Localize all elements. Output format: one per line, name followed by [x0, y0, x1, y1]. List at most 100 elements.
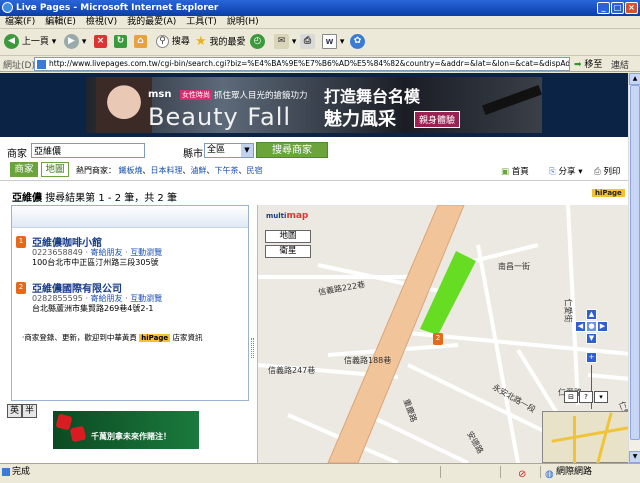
map-help-button[interactable]: ?	[579, 391, 593, 403]
divider	[0, 180, 640, 181]
pan-left-icon[interactable]: ◀	[575, 321, 586, 332]
mail-icon: ✉	[274, 34, 289, 49]
promo-line: ‧商家登錄、更新，歡迎到中華黃頁 hiPage 店家資訊	[22, 332, 202, 343]
hot-link-afternoon-tea[interactable]: 下午茶	[215, 166, 239, 175]
page-content: msn 女性時尚 抓住眾人目光的搶鏡功力 Beauty Fall 打造舞台名模 …	[0, 73, 640, 463]
mail-button[interactable]: ✉ ▾	[274, 33, 296, 51]
map-street-label: 仁愛街	[563, 298, 573, 323]
map-pin-icon[interactable]: 2	[16, 282, 26, 294]
listing-address: 100台北市中正區汀州路三段305號	[32, 258, 159, 267]
menu-file[interactable]: 檔案(F)	[0, 16, 40, 29]
listing-phone: 0282855595	[32, 294, 83, 303]
pan-up-icon[interactable]: ▲	[586, 309, 597, 320]
print-icon: ⎙	[594, 167, 601, 177]
banner-cta[interactable]: 親身體驗	[414, 111, 461, 128]
maximize-button[interactable]: □	[611, 2, 624, 14]
blocked-icon[interactable]: ⊘	[518, 467, 526, 483]
refresh-button[interactable]: ↻	[114, 33, 127, 51]
toolbar: ◀ 上一頁 ▾ ▶ ▾ × ↻ ⌂ ⚲ 搜尋 ★ 我的最愛 ◴ ✉ ▾ ⎙ W …	[0, 29, 640, 56]
send-friend-link[interactable]: 寄給朋友	[91, 294, 123, 303]
search-button[interactable]: ⚲ 搜尋	[156, 33, 190, 51]
map-pin-icon[interactable]: 1	[16, 236, 26, 248]
banner-main: Beauty Fall	[148, 103, 292, 131]
scroll-up-icon[interactable]: ▲	[629, 73, 640, 85]
print-link[interactable]: ⎙ 列印	[594, 165, 621, 177]
favorites-button[interactable]: ★ 我的最愛	[195, 33, 246, 51]
vertical-scrollbar[interactable]: ▲ ▼	[628, 73, 640, 463]
minimize-button[interactable]: _	[597, 2, 610, 14]
menu-edit[interactable]: 編輯(E)	[40, 16, 81, 29]
ime-toggle[interactable]: 英半	[7, 404, 39, 418]
overview-toggle-button[interactable]: ⊟	[564, 391, 578, 403]
security-zone[interactable]: 網際網路	[556, 464, 592, 480]
city-select[interactable]: 全區 ▼	[204, 143, 254, 158]
business-input[interactable]	[31, 143, 145, 158]
printer-icon: ⎙	[300, 34, 315, 49]
pan-right-icon[interactable]: ▶	[597, 321, 608, 332]
send-friend-link[interactable]: 寄給朋友	[91, 248, 123, 257]
map-view-button[interactable]: 地圖	[265, 230, 311, 243]
links-button[interactable]: 連結	[611, 58, 629, 71]
pan-center-icon[interactable]: ●	[586, 321, 597, 332]
overview-collapse-button[interactable]: ▾	[594, 391, 608, 403]
pan-down-icon[interactable]: ▼	[586, 333, 597, 344]
ime-english[interactable]: 英	[7, 404, 22, 418]
share-link[interactable]: ⎘ 分享 ▾	[549, 165, 583, 177]
results-query: 亞維儂	[12, 193, 42, 204]
magnifier-icon: ⚲	[156, 35, 169, 48]
banner-tag: 女性時尚	[180, 90, 212, 100]
promo-tail[interactable]: 店家資訊	[172, 333, 202, 342]
go-button[interactable]: ➡ 移至	[574, 57, 602, 70]
promo-hipage-badge[interactable]: hiPage	[139, 334, 171, 342]
hot-link-japanese[interactable]: 日本料理	[151, 166, 183, 175]
hot-link-bnb[interactable]: 民宿	[247, 166, 263, 175]
hot-link-braised[interactable]: 滷鮮	[191, 166, 207, 175]
tab-map[interactable]: 地圖	[41, 162, 69, 177]
ime-half-width[interactable]: 半	[22, 404, 37, 418]
page-done-icon	[2, 468, 10, 476]
stop-button[interactable]: ×	[94, 33, 107, 51]
menu-tools[interactable]: 工具(T)	[181, 16, 222, 29]
hipage-badge[interactable]: hiPage	[592, 189, 625, 197]
status-separator	[540, 466, 541, 478]
status-separator	[440, 466, 441, 478]
close-button[interactable]: ×	[625, 2, 638, 14]
address-label: 網址(D)	[3, 61, 35, 71]
zoom-in-icon[interactable]: +	[586, 352, 597, 363]
address-input[interactable]: http://www.livepages.com.tw/cgi-bin/sear…	[34, 57, 570, 71]
satellite-view-button[interactable]: 衛星	[265, 245, 311, 258]
menu-help[interactable]: 說明(H)	[222, 16, 264, 29]
overview-road	[551, 424, 640, 443]
hot-link-teppanyaki[interactable]: 鐵板燒	[119, 166, 143, 175]
interactive-browse-link[interactable]: 互動瀏覽	[130, 294, 162, 303]
banner-ad[interactable]: msn 女性時尚 抓住眾人目光的搶鏡功力 Beauty Fall 打造舞台名模 …	[86, 77, 542, 133]
map-panel[interactable]: multimap 地圖 衛星 信義路222巷 信義路247巷 信義路188巷 仁…	[257, 205, 640, 463]
overview-map[interactable]	[542, 411, 640, 463]
back-arrow-icon: ◀	[4, 34, 19, 49]
status-text: 完成	[12, 467, 31, 477]
tab-business[interactable]: 商家	[10, 162, 38, 177]
edit-button[interactable]: W ▾	[322, 33, 344, 51]
lottery-ad-text: 千萬別拿未來作賭注！	[91, 432, 171, 441]
back-button[interactable]: ◀ 上一頁 ▾	[4, 33, 56, 51]
go-arrow-icon: ➡	[574, 60, 582, 70]
overview-road	[573, 416, 576, 463]
history-button[interactable]: ◴	[250, 33, 265, 51]
home-link[interactable]: ▣ 首頁	[501, 165, 529, 177]
map-marker[interactable]: 2	[433, 333, 443, 345]
multimap-logo: multimap	[266, 211, 309, 221]
forward-arrow-icon: ▶	[64, 34, 79, 49]
scroll-down-icon[interactable]: ▼	[629, 451, 640, 463]
menu-favorites[interactable]: 我的最愛(A)	[122, 16, 181, 29]
forward-button[interactable]: ▶ ▾	[64, 33, 86, 51]
home-button[interactable]: ⌂	[134, 33, 147, 51]
map-street-label: 信義路188巷	[344, 356, 392, 365]
messenger-button[interactable]: ✿	[350, 33, 365, 51]
interactive-browse-link[interactable]: 互動瀏覽	[130, 248, 162, 257]
menu-view[interactable]: 檢視(V)	[81, 16, 122, 29]
lottery-ad[interactable]: 千萬別拿未來作賭注！	[53, 411, 199, 449]
scroll-thumb[interactable]	[630, 85, 640, 440]
panel-resize-handle[interactable]	[251, 338, 254, 358]
search-business-button[interactable]: 搜尋商家	[256, 142, 328, 158]
print-toolbar-button[interactable]: ⎙	[300, 33, 315, 51]
